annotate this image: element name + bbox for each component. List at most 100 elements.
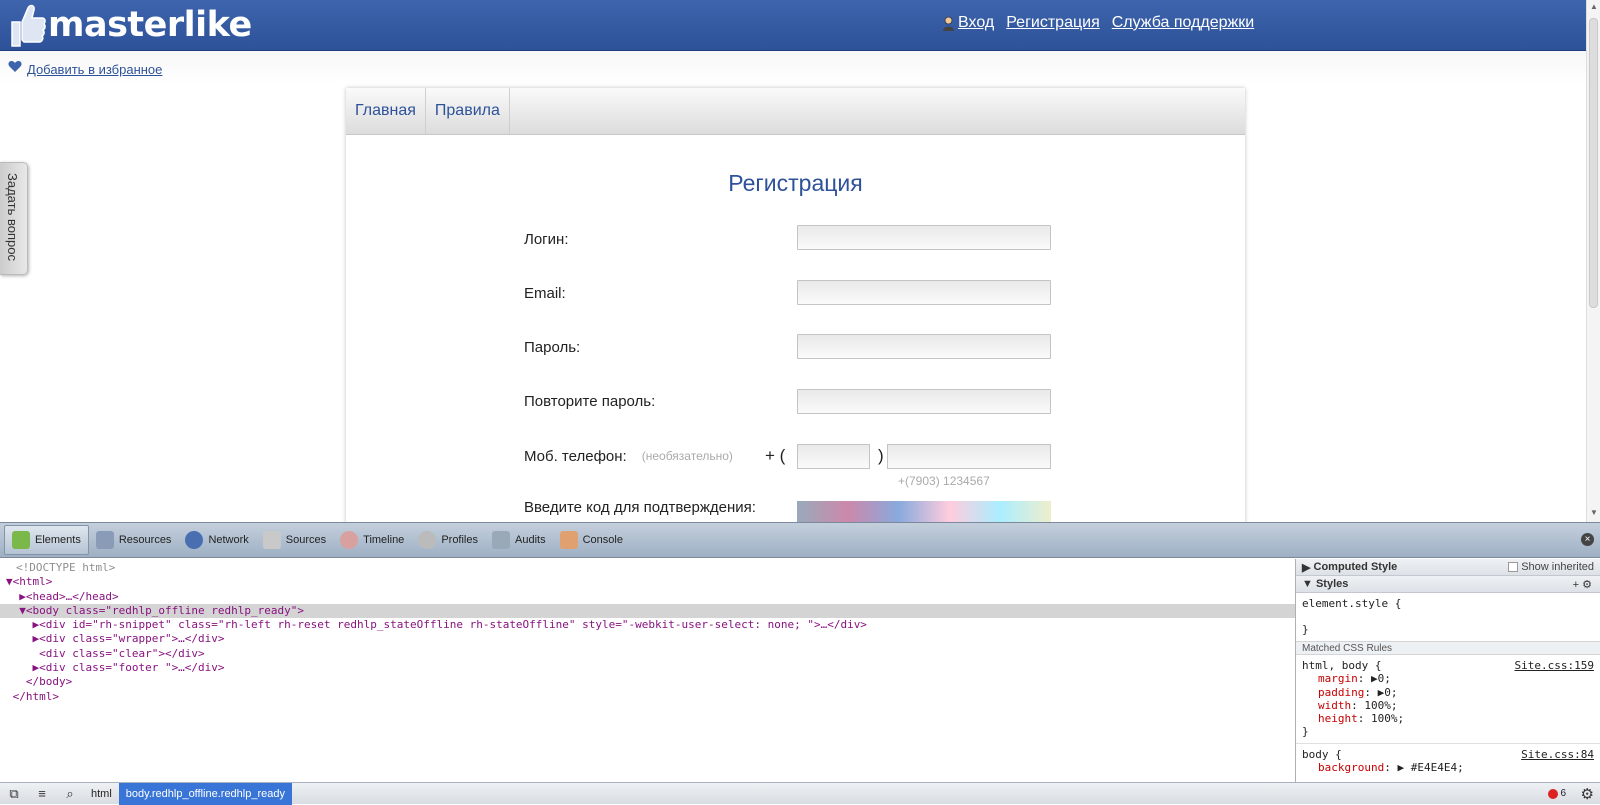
close-icon[interactable]: ×: [1581, 533, 1594, 546]
phone-paren: ): [878, 446, 884, 465]
top-links: Вход Регистрация Служба поддержки: [942, 14, 1254, 32]
site-logo[interactable]: masterlike: [8, 2, 252, 48]
error-icon: [1548, 788, 1559, 799]
dom-line-head[interactable]: ▶<head>…</head>: [0, 590, 1295, 604]
phone-prefix: + (: [765, 446, 786, 465]
styles-sidebar: ▶ Computed Style Show inherited ▼ Styles…: [1295, 559, 1600, 784]
show-inherited-toggle[interactable]: Show inherited: [1508, 561, 1594, 573]
tab-timeline[interactable]: Timeline: [333, 525, 411, 555]
rule2-val-background[interactable]: ▶ #E4E4E4;: [1397, 761, 1463, 774]
rule-html-body[interactable]: Site.css:159 html, body { margin: ▶0; pa…: [1296, 655, 1600, 743]
captcha-image: [797, 501, 1051, 522]
login-input[interactable]: [797, 225, 1051, 250]
page-viewport: masterlike Вход Регистрация Служба подде…: [0, 0, 1600, 522]
site-header: masterlike Вход Регистрация Служба подде…: [0, 0, 1586, 51]
add-rule-icon[interactable]: + ⚙: [1573, 578, 1592, 591]
dom-line-footer[interactable]: ▶<div class="footer ">…</div>: [0, 661, 1295, 675]
rule1-val-padding[interactable]: ▶0;: [1378, 686, 1398, 699]
tab-audits-label: Audits: [515, 534, 546, 546]
logo-text: masterlike: [48, 5, 252, 45]
password-input[interactable]: [797, 334, 1051, 359]
dom-line-body-close[interactable]: </body>: [0, 675, 1295, 689]
login-link[interactable]: Вход: [958, 14, 994, 32]
password-row: Пароль:: [524, 332, 580, 362]
rule1-prop-height[interactable]: height: [1318, 712, 1358, 725]
login-link-wrap: Вход: [942, 14, 994, 32]
element-style-selector: element.style {: [1302, 597, 1402, 610]
support-link[interactable]: Служба поддержки: [1112, 14, 1254, 32]
elements-icon: [12, 531, 30, 549]
gear-icon[interactable]: ⚙: [1581, 785, 1594, 803]
phone-optional-note: (необязательно): [641, 449, 733, 463]
tab-resources-label: Resources: [118, 534, 172, 546]
show-inherited-label: Show inherited: [1521, 561, 1594, 573]
console-toggle-icon[interactable]: ≡: [28, 783, 56, 805]
page-scrollbar[interactable]: ▲ ▼: [1586, 0, 1600, 522]
error-count[interactable]: 6: [1548, 788, 1566, 799]
resources-icon: [95, 531, 114, 549]
phone-number-input[interactable]: [887, 444, 1051, 469]
tab-sources-label: Sources: [285, 534, 327, 546]
dom-line-body[interactable]: ▼<body class="redhlp_offline redhlp_read…: [0, 603, 1295, 619]
computed-style-header[interactable]: ▶ Computed Style Show inherited: [1296, 559, 1600, 576]
tab-resources[interactable]: Resources: [89, 525, 179, 555]
tab-console[interactable]: Console: [553, 525, 630, 555]
dock-icon[interactable]: ⧉: [0, 783, 28, 805]
audits-icon: [492, 531, 510, 549]
rule1-source-link[interactable]: Site.css:159: [1515, 659, 1594, 672]
network-icon: [185, 531, 204, 549]
error-count-label: 6: [1560, 788, 1566, 799]
checkbox-icon[interactable]: [1508, 562, 1519, 572]
ask-question-tab[interactable]: Задать вопрос: [0, 162, 28, 275]
timeline-icon: [340, 531, 359, 549]
rule1-prop-width[interactable]: width: [1318, 699, 1351, 712]
rule2-source-link[interactable]: Site.css:84: [1521, 748, 1594, 761]
dom-line-wrapper[interactable]: ▶<div class="wrapper">…</div>: [0, 632, 1295, 646]
password-repeat-label: Повторите пароль:: [524, 392, 656, 410]
breadcrumb-body[interactable]: body.redhlp_offline.redhlp_ready: [118, 782, 292, 805]
tab-profiles[interactable]: Profiles: [411, 525, 485, 555]
tab-sources[interactable]: Sources: [256, 525, 333, 555]
register-link[interactable]: Регистрация: [1006, 14, 1100, 32]
element-style-block[interactable]: element.style { }: [1296, 593, 1600, 641]
email-label: Email:: [524, 284, 566, 302]
nav-item-home[interactable]: Главная: [346, 88, 426, 134]
rule1-val-width[interactable]: 100%;: [1364, 699, 1397, 712]
scroll-up-icon[interactable]: ▲: [1590, 2, 1598, 11]
password-repeat-input[interactable]: [797, 389, 1051, 414]
dom-line-rh-snippet[interactable]: ▶<div id="rh-snippet" class="rh-left rh-…: [0, 618, 1295, 632]
favorites: Добавить в избранное: [8, 60, 162, 78]
email-input[interactable]: [797, 280, 1051, 305]
main-panel: Главная Правила Регистрация: [346, 88, 1245, 522]
nav-item-rules[interactable]: Правила: [426, 88, 510, 134]
dom-line-html-close[interactable]: </html>: [0, 690, 1295, 704]
tab-elements[interactable]: Elements: [4, 525, 89, 555]
rule2-prop-background[interactable]: background: [1318, 761, 1384, 774]
dom-tree[interactable]: <!DOCTYPE html> ▼<html> ▶<head>…</head> …: [0, 559, 1295, 784]
dom-line-html[interactable]: ▼<html>: [0, 575, 1295, 589]
main-nav: Главная Правила: [346, 88, 1245, 135]
captcha-row: Введите код для подтверждения:: [524, 492, 756, 522]
add-to-favorites-link[interactable]: Добавить в избранное: [27, 62, 162, 77]
login-row: Логин:: [524, 224, 569, 254]
phone-label: Моб. телефон:: [524, 447, 627, 465]
tab-network[interactable]: Network: [178, 525, 255, 555]
matched-rules-header: Matched CSS Rules: [1296, 641, 1600, 655]
rule1-val-height[interactable]: 100%;: [1371, 712, 1404, 725]
dom-line-doctype[interactable]: <!DOCTYPE html>: [0, 561, 1295, 575]
tab-audits[interactable]: Audits: [485, 525, 553, 555]
email-row: Email:: [524, 278, 566, 308]
search-icon[interactable]: ⌕: [56, 783, 84, 805]
phone-hint: +(7903) 1234567: [898, 474, 990, 488]
rule1-val-margin[interactable]: ▶0;: [1371, 672, 1391, 685]
page-title: Регистрация: [728, 170, 863, 196]
dom-line-clear[interactable]: <div class="clear"></div>: [0, 647, 1295, 661]
phone-code-input[interactable]: [797, 444, 870, 469]
scroll-thumb[interactable]: [1589, 18, 1598, 308]
scroll-down-icon[interactable]: ▼: [1590, 508, 1598, 517]
breadcrumb-html[interactable]: html: [84, 783, 119, 805]
rule1-prop-padding[interactable]: padding: [1318, 686, 1364, 699]
rule1-prop-margin[interactable]: margin: [1318, 672, 1358, 685]
styles-header[interactable]: ▼ Styles + ⚙: [1296, 576, 1600, 593]
rule-body[interactable]: Site.css:84 body { background: ▶ #E4E4E4…: [1296, 742, 1600, 779]
